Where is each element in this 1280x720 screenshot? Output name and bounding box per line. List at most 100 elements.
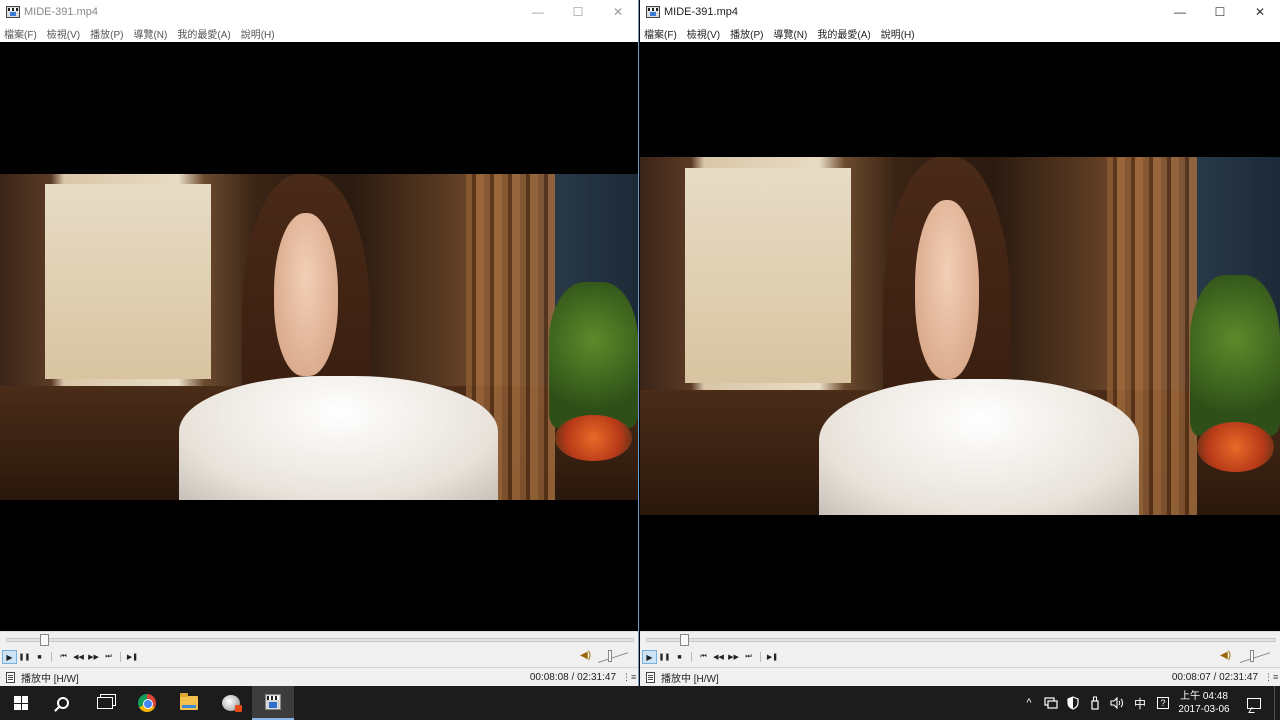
transport-buttons: ▶ ❚❚ ■ ⏮ ◀◀ ▶▶ ⏭ ▶❚ <box>642 650 780 664</box>
next-button[interactable]: ⏭ <box>101 650 116 664</box>
resize-grip-icon: ⋮≡ <box>1264 671 1279 682</box>
menu-help[interactable]: 說明(H) <box>881 26 915 41</box>
show-desktop-button[interactable] <box>1274 686 1280 720</box>
volume-icon[interactable] <box>1106 686 1128 720</box>
previous-button[interactable]: ⏮ <box>56 650 71 664</box>
video-person <box>819 157 1140 515</box>
seek-bar[interactable] <box>646 634 1276 646</box>
clock-date: 2017-03-06 <box>1178 704 1230 715</box>
player-controls: ▶ ❚❚ ■ ⏮ ◀◀ ▶▶ ⏭ ▶❚ ◀) <box>0 631 638 667</box>
chrome-icon <box>138 694 156 712</box>
stop-button[interactable]: ■ <box>672 650 687 664</box>
window-controls: — ☐ ✕ <box>518 0 638 24</box>
volume-icon[interactable]: ◀) <box>1220 650 1231 661</box>
video-area[interactable] <box>640 42 1280 631</box>
player-window-right[interactable]: MIDE-391.mp4 — ☐ ✕ 檔案(F) 檢視(V) 播放(P) 導覽(… <box>640 0 1280 686</box>
action-center-button[interactable] <box>1234 686 1274 720</box>
video-area[interactable] <box>0 42 638 631</box>
seek-bar[interactable] <box>6 634 634 646</box>
task-view-icon <box>97 697 113 709</box>
close-button[interactable]: ✕ <box>1240 0 1280 24</box>
maximize-button[interactable]: ☐ <box>1200 0 1240 24</box>
input-method-indicator[interactable]: 中 <box>1128 686 1152 720</box>
document-icon <box>646 671 655 683</box>
volume-slider[interactable] <box>1240 650 1270 664</box>
desktop: MIDE-391.mp4 — ☐ ✕ 檔案(F) 檢視(V) 播放(P) 導覽(… <box>0 0 1280 720</box>
close-button[interactable]: ✕ <box>598 0 638 24</box>
menu-bar: 檔案(F) 檢視(V) 播放(P) 導覽(N) 我的最愛(A) 說明(H) <box>0 24 638 42</box>
minimize-button[interactable]: — <box>518 0 558 24</box>
window-controls: — ☐ ✕ <box>1160 0 1280 24</box>
window-title: MIDE-391.mp4 <box>664 6 738 18</box>
playback-time: 00:08:07 / 02:31:47 <box>1171 671 1258 683</box>
menu-play[interactable]: 播放(P) <box>90 26 123 41</box>
frame-step-button[interactable]: ▶❚ <box>125 650 140 664</box>
volume-thumb[interactable] <box>608 650 612 662</box>
pause-button[interactable]: ❚❚ <box>17 650 32 664</box>
menu-file[interactable]: 檔案(F) <box>644 26 677 41</box>
seek-thumb[interactable] <box>680 634 689 646</box>
play-button[interactable]: ▶ <box>642 650 657 664</box>
chrome-button[interactable] <box>126 686 168 720</box>
file-explorer-button[interactable] <box>168 686 210 720</box>
title-bar[interactable]: MIDE-391.mp4 — ☐ ✕ <box>0 0 638 24</box>
forward-button[interactable]: ▶▶ <box>86 650 101 664</box>
menu-view[interactable]: 檢視(V) <box>687 26 720 41</box>
menu-help[interactable]: 說明(H) <box>241 26 275 41</box>
security-shield-icon[interactable] <box>1062 686 1084 720</box>
minimize-button[interactable]: — <box>1160 0 1200 24</box>
ime-mode-icon: ? <box>1157 697 1169 709</box>
person-sweater <box>819 378 1140 515</box>
rewind-button[interactable]: ◀◀ <box>711 650 726 664</box>
play-button[interactable]: ▶ <box>2 650 17 664</box>
previous-button[interactable]: ⏮ <box>696 650 711 664</box>
menu-favorites[interactable]: 我的最愛(A) <box>177 26 230 41</box>
usb-device-icon[interactable] <box>1084 686 1106 720</box>
menu-navigate[interactable]: 導覽(N) <box>133 26 167 41</box>
volume-thumb[interactable] <box>1250 650 1254 662</box>
pause-button[interactable]: ❚❚ <box>657 650 672 664</box>
separator <box>51 652 52 662</box>
search-icon <box>57 697 69 709</box>
windows-logo-icon <box>14 696 28 710</box>
clock[interactable]: 上午 04:48 2017-03-06 <box>1174 686 1234 720</box>
show-hidden-icons-button[interactable]: ^ <box>1018 686 1040 720</box>
menu-bar: 檔案(F) 檢視(V) 播放(P) 導覽(N) 我的最愛(A) 說明(H) <box>640 24 1280 42</box>
ime-mode-button[interactable]: ? <box>1152 686 1174 720</box>
start-button[interactable] <box>0 686 42 720</box>
player-controls: ▶ ❚❚ ■ ⏮ ◀◀ ▶▶ ⏭ ▶❚ ◀) <box>640 631 1280 667</box>
rewind-button[interactable]: ◀◀ <box>71 650 86 664</box>
forward-button[interactable]: ▶▶ <box>726 650 741 664</box>
window-title: MIDE-391.mp4 <box>24 6 98 18</box>
media-player-icon <box>265 694 281 710</box>
menu-file[interactable]: 檔案(F) <box>4 26 37 41</box>
next-button[interactable]: ⏭ <box>741 650 756 664</box>
task-view-button[interactable] <box>84 686 126 720</box>
app-button[interactable] <box>210 686 252 720</box>
media-player-icon <box>6 6 20 18</box>
stop-button[interactable]: ■ <box>32 650 47 664</box>
system-tray: ^ 中 ? 上午 04:48 2017-03-06 <box>1018 686 1280 720</box>
maximize-button[interactable]: ☐ <box>558 0 598 24</box>
media-player-taskbar-button[interactable] <box>252 686 294 720</box>
playback-status: 播放中 [H/W] <box>21 673 79 685</box>
title-bar[interactable]: MIDE-391.mp4 — ☐ ✕ <box>640 0 1280 24</box>
separator <box>760 652 761 662</box>
document-icon <box>6 671 15 683</box>
network-icon[interactable] <box>1040 686 1062 720</box>
seek-thumb[interactable] <box>40 634 49 646</box>
search-button[interactable] <box>42 686 84 720</box>
menu-view[interactable]: 檢視(V) <box>47 26 80 41</box>
status-bar: 播放中 [H/W] 00:08:07 / 02:31:47 ⋮≡ <box>640 667 1280 686</box>
menu-favorites[interactable]: 我的最愛(A) <box>817 26 870 41</box>
volume-icon[interactable]: ◀) <box>580 650 591 661</box>
menu-navigate[interactable]: 導覽(N) <box>773 26 807 41</box>
player-window-left[interactable]: MIDE-391.mp4 — ☐ ✕ 檔案(F) 檢視(V) 播放(P) 導覽(… <box>0 0 639 686</box>
video-person <box>178 174 498 500</box>
app-icon <box>222 695 242 712</box>
menu-play[interactable]: 播放(P) <box>730 26 763 41</box>
volume-slider[interactable] <box>598 650 628 664</box>
person-face <box>915 199 980 379</box>
playback-time: 00:08:08 / 02:31:47 <box>529 671 616 683</box>
frame-step-button[interactable]: ▶❚ <box>765 650 780 664</box>
